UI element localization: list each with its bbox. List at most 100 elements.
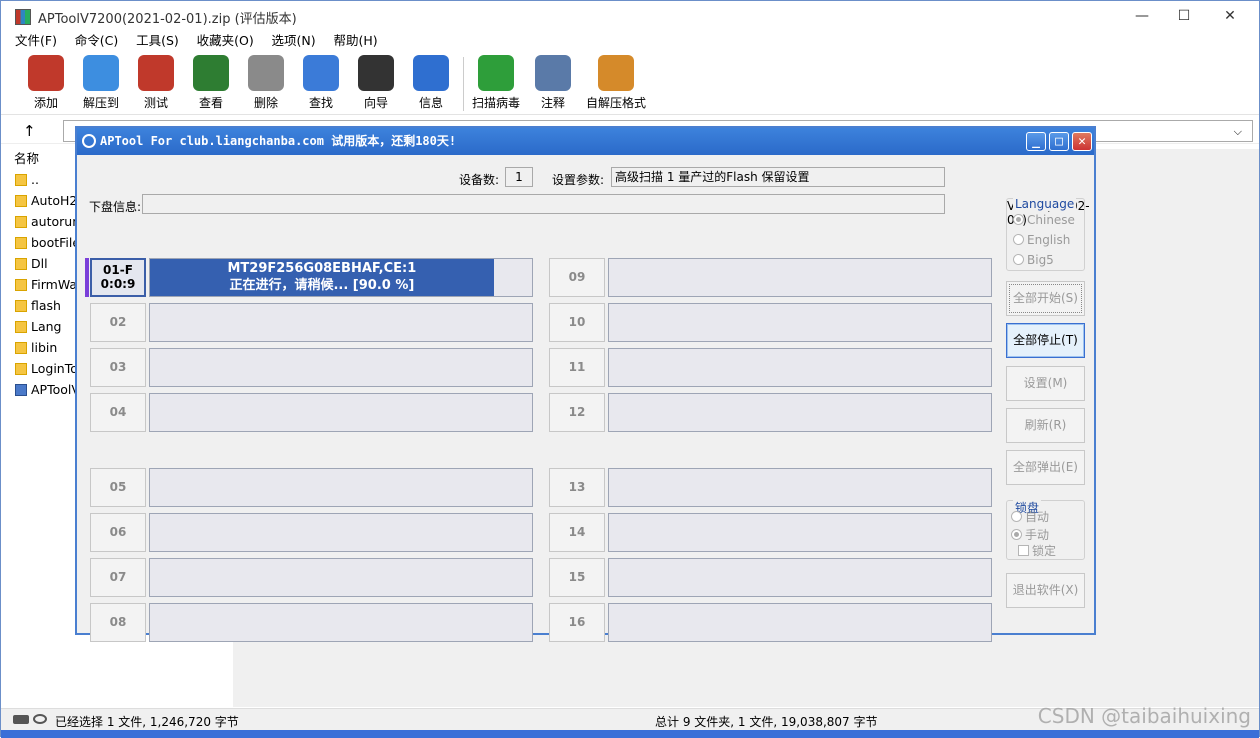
toolbar-button-0[interactable]: 添加 (16, 55, 76, 111)
dialog-title: APTool For club.liangchanba.com 试用版本，还剩1… (100, 134, 457, 148)
key-icon (33, 714, 47, 724)
toolbar-label: 查看 (198, 96, 223, 110)
folder-icon (15, 279, 27, 291)
folder-icon (15, 300, 27, 312)
stop-all-button[interactable]: 全部停止(T) (1006, 323, 1085, 358)
slot-09-button[interactable]: 09 (549, 258, 605, 297)
toolbar-button-10[interactable]: 自解压格式 (586, 55, 646, 111)
folder-icon (15, 342, 27, 354)
slot-10-button[interactable]: 10 (549, 303, 605, 342)
toolbar-label: 自解压格式 (586, 96, 647, 110)
menu-bar: 文件(F) 命令(C) 工具(S) 收藏夹(O) 选项(N) 帮助(H) (1, 31, 1259, 51)
device-count-value: 1 (505, 167, 533, 187)
clipboard-test-icon (138, 55, 174, 91)
close-button[interactable]: ✕ (1207, 1, 1253, 31)
toolbar-button-1[interactable]: 解压到 (71, 55, 131, 111)
archive-add-icon (28, 55, 64, 91)
menu-tools[interactable]: 工具(S) (136, 31, 179, 51)
radio-chinese-label: Chinese (1027, 213, 1075, 227)
chevron-down-icon[interactable]: ⌵ (1234, 125, 1242, 139)
file-name: .. (31, 172, 39, 187)
radio-manual[interactable]: 手动 (1011, 526, 1049, 543)
radio-chinese[interactable]: Chinese (1013, 213, 1075, 227)
slot-07-button[interactable]: 07 (90, 558, 146, 597)
slot-15-button[interactable]: 15 (549, 558, 605, 597)
usb-icon (82, 134, 96, 148)
dialog-minimize-button[interactable]: _ (1026, 132, 1046, 151)
radio-auto[interactable]: 自动 (1011, 508, 1049, 525)
dialog-maximize-button[interactable]: □ (1049, 132, 1069, 151)
slot-11-status (608, 348, 992, 387)
menu-file[interactable]: 文件(F) (15, 31, 57, 51)
radio-auto-label: 自动 (1025, 510, 1050, 524)
slot-14-button[interactable]: 14 (549, 513, 605, 552)
slot-16-button[interactable]: 16 (549, 603, 605, 642)
slot-03-button[interactable]: 03 (90, 348, 146, 387)
sfx-box-icon (598, 55, 634, 91)
minimize-button[interactable]: — (1119, 1, 1165, 31)
title-bar: APToolV7200(2021-02-01).zip (评估版本) — ☐ ✕ (1, 1, 1259, 31)
file-name: autorun (31, 214, 81, 229)
slot-05-button[interactable]: 05 (90, 468, 146, 507)
slot-04-button[interactable]: 04 (90, 393, 146, 432)
toolbar-button-8[interactable]: 扫描病毒 (466, 55, 526, 111)
folder-icon (15, 237, 27, 249)
radio-dot (1013, 234, 1024, 245)
slot-02-button[interactable]: 02 (90, 303, 146, 342)
dialog-body: 设备数: 1 设置参数: 高级扫描 1 量产过的Flash 保留设置 V7200… (77, 155, 1094, 642)
menu-options[interactable]: 选项(N) (272, 31, 316, 51)
slot-05-status (149, 468, 533, 507)
checkbox-box (1018, 545, 1029, 556)
watermark: CSDN @taibaihuixing (1037, 704, 1251, 728)
left-edge (1, 149, 11, 707)
slot-08-button[interactable]: 08 (90, 603, 146, 642)
refresh-button[interactable]: 刷新(R) (1006, 408, 1085, 443)
toolbar-button-4[interactable]: 删除 (236, 55, 296, 111)
window-title: APToolV7200(2021-02-01).zip (评估版本) (38, 12, 297, 27)
slot-12-button[interactable]: 12 (549, 393, 605, 432)
radio-big5[interactable]: Big5 (1013, 253, 1054, 267)
folder-icon (15, 216, 27, 228)
toolbar-button-7[interactable]: 信息 (401, 55, 461, 111)
slot-15-status (608, 558, 992, 597)
disk-info-value (142, 194, 945, 214)
slot-11-button[interactable]: 11 (549, 348, 605, 387)
winrar-app-icon (15, 9, 31, 25)
lock-checkbox[interactable]: 锁定 (1018, 542, 1056, 559)
file-name: bootFile (31, 235, 81, 250)
up-arrow-icon[interactable]: ↑ (23, 122, 36, 140)
lock-checkbox-label: 锁定 (1032, 544, 1057, 558)
start-all-button[interactable]: 全部开始(S) (1006, 281, 1085, 316)
slot-06-button[interactable]: 06 (90, 513, 146, 552)
slot-12-status (608, 393, 992, 432)
file-name: APToolV (31, 382, 80, 397)
folder-icon (15, 321, 27, 333)
slot-01-button[interactable]: 01-F 0:0:9 (90, 258, 146, 297)
radio-manual-label: 手动 (1025, 528, 1050, 542)
toolbar-button-5[interactable]: 查找 (291, 55, 351, 111)
dialog-close-button[interactable]: ✕ (1072, 132, 1092, 151)
file-name: Lang (31, 319, 62, 334)
radio-dot (1011, 529, 1022, 540)
radio-dot (1011, 511, 1022, 522)
toolbar-label: 添加 (33, 96, 58, 110)
exe-icon (15, 384, 27, 396)
menu-help[interactable]: 帮助(H) (333, 31, 377, 51)
toolbar-button-2[interactable]: 测试 (126, 55, 186, 111)
exit-button[interactable]: 退出软件(X) (1006, 573, 1085, 608)
toolbar-button-9[interactable]: 注释 (523, 55, 583, 111)
radio-english[interactable]: English (1013, 233, 1070, 247)
slot-01-progress: MT29F256G08EBHAF,CE:1 正在进行，请稍候... [90.0 … (149, 258, 533, 297)
settings-value: 高级扫描 1 量产过的Flash 保留设置 (611, 167, 945, 187)
slot-13-button[interactable]: 13 (549, 468, 605, 507)
radio-big5-label: Big5 (1027, 253, 1054, 267)
settings-button[interactable]: 设置(M) (1006, 366, 1085, 401)
disk-info-label: 下盘信息: (89, 200, 142, 214)
menu-favorites[interactable]: 收藏夹(O) (197, 31, 254, 51)
slot-06-status (149, 513, 533, 552)
maximize-button[interactable]: ☐ (1161, 1, 1207, 31)
eject-all-button[interactable]: 全部弹出(E) (1006, 450, 1085, 485)
menu-commands[interactable]: 命令(C) (75, 31, 118, 51)
toolbar-button-3[interactable]: 查看 (181, 55, 241, 111)
toolbar-button-6[interactable]: 向导 (346, 55, 406, 111)
